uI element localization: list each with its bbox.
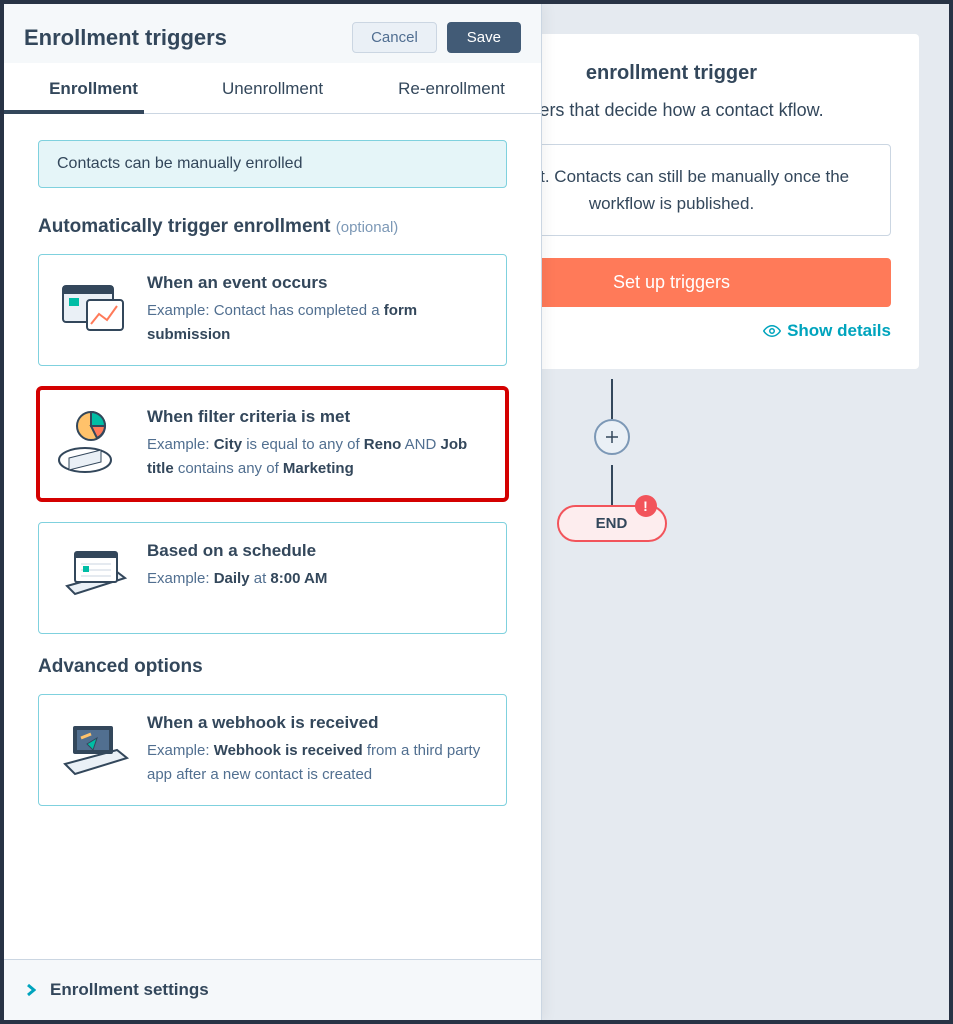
tab-enrollment[interactable]: Enrollment <box>4 63 183 113</box>
trigger-filter-criteria[interactable]: When filter criteria is met Example: Cit… <box>38 388 507 500</box>
panel-title: Enrollment triggers <box>24 25 227 51</box>
show-details-label: Show details <box>787 321 891 341</box>
save-button[interactable]: Save <box>447 22 521 53</box>
trigger-title: When an event occurs <box>147 273 488 293</box>
trigger-example: Example: Contact has completed a form su… <box>147 299 488 347</box>
tab-unenrollment[interactable]: Unenrollment <box>183 63 362 113</box>
tab-re-enrollment[interactable]: Re-enrollment <box>362 63 541 113</box>
trigger-title: Based on a schedule <box>147 541 327 561</box>
advanced-heading: Advanced options <box>38 656 507 678</box>
pie-chart-icon <box>57 407 131 481</box>
monitor-chart-icon <box>57 273 131 347</box>
trigger-example: Example: City is equal to any of Reno AN… <box>147 433 488 481</box>
trigger-event-occurs[interactable]: When an event occurs Example: Contact ha… <box>38 254 507 366</box>
enrollment-settings-label: Enrollment settings <box>50 980 209 1000</box>
trigger-webhook[interactable]: When a webhook is received Example: Webh… <box>38 694 507 806</box>
cancel-button[interactable]: Cancel <box>352 22 437 53</box>
trigger-example: Example: Daily at 8:00 AM <box>147 567 327 591</box>
trigger-schedule[interactable]: Based on a schedule Example: Daily at 8:… <box>38 522 507 634</box>
enrollment-triggers-panel: Enrollment triggers Cancel Save Enrollme… <box>4 4 542 1020</box>
laptop-webhook-icon <box>57 713 131 787</box>
auto-trigger-heading: Automatically trigger enrollment (option… <box>38 216 507 238</box>
flow-connector <box>611 379 613 419</box>
trigger-title: When filter criteria is met <box>147 407 488 427</box>
chevron-right-icon <box>26 983 36 997</box>
flow-connector <box>611 465 613 505</box>
add-step-button[interactable] <box>594 419 630 455</box>
calendar-monitor-icon <box>57 541 131 615</box>
trigger-example: Example: Webhook is received from a thir… <box>147 739 488 787</box>
trigger-title: When a webhook is received <box>147 713 488 733</box>
tabs-bar: Enrollment Unenrollment Re-enrollment <box>4 63 541 114</box>
enrollment-settings-toggle[interactable]: Enrollment settings <box>4 959 541 1020</box>
alert-icon: ! <box>635 495 657 517</box>
manual-enroll-banner: Contacts can be manually enrolled <box>38 140 507 188</box>
end-node[interactable]: ! END <box>557 505 667 542</box>
eye-icon <box>763 322 781 340</box>
plus-icon <box>603 428 621 446</box>
